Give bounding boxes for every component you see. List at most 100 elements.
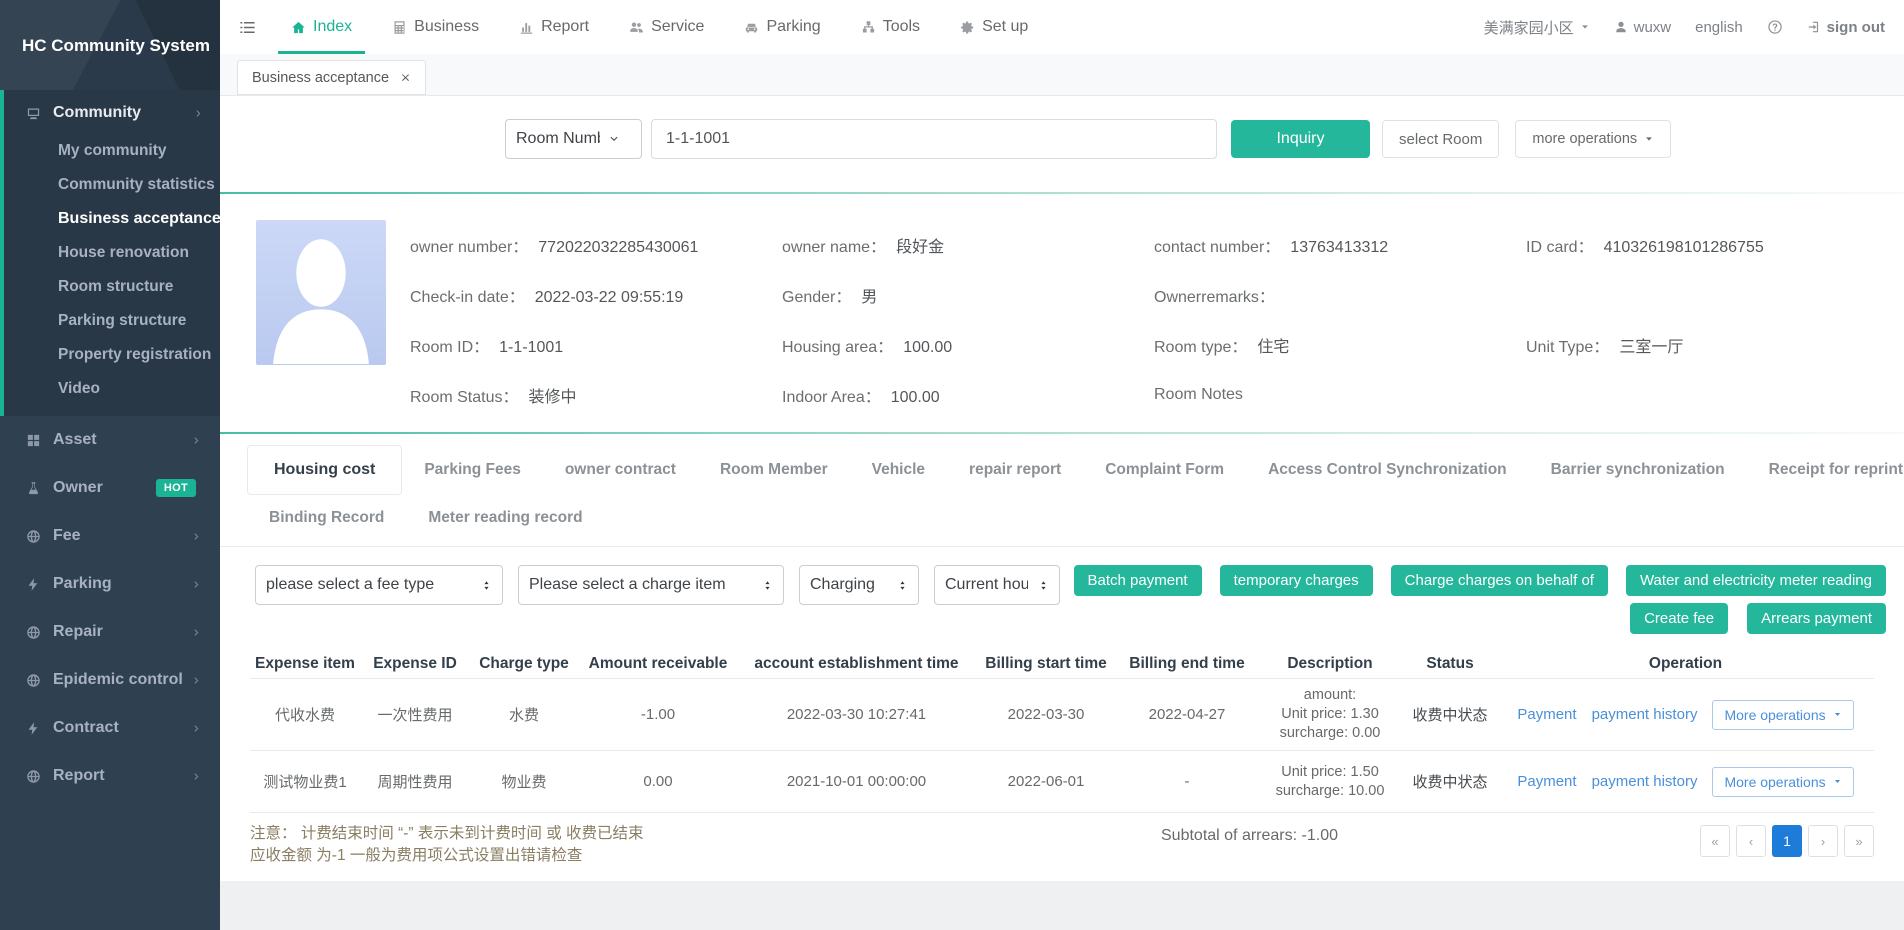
sidebar-item-owner[interactable]: Owner HOT bbox=[0, 464, 220, 512]
select-room-button[interactable]: select Room bbox=[1382, 120, 1499, 158]
payment-link[interactable]: Payment bbox=[1517, 706, 1576, 723]
nav-tools[interactable]: Tools bbox=[841, 0, 940, 54]
row-more-operations-button[interactable]: More operations bbox=[1712, 700, 1853, 730]
pagination-next-button[interactable]: › bbox=[1808, 825, 1838, 857]
updown-arrows-icon bbox=[897, 579, 908, 592]
nav-report[interactable]: Report bbox=[499, 0, 609, 54]
room-number-input[interactable] bbox=[651, 119, 1217, 159]
chevron-right-icon bbox=[191, 531, 202, 542]
tab-label: Business acceptance bbox=[252, 70, 389, 86]
tab-business-acceptance[interactable]: Business acceptance bbox=[237, 60, 426, 95]
sidebar-subitem-community-statistics[interactable]: Community statistics bbox=[4, 168, 220, 202]
nav-set-up[interactable]: Set up bbox=[940, 0, 1048, 54]
tab-vehicle[interactable]: Vehicle bbox=[850, 461, 947, 479]
tab-parking-fees[interactable]: Parking Fees bbox=[402, 461, 543, 479]
pagination-prev-button[interactable]: ‹ bbox=[1736, 825, 1766, 857]
payment-history-link[interactable]: payment history bbox=[1592, 706, 1698, 723]
sidebar-item-fee[interactable]: Fee bbox=[0, 512, 220, 560]
tab-barrier-sync[interactable]: Barrier synchronization bbox=[1529, 461, 1747, 479]
arrears-payment-button[interactable]: Arrears payment bbox=[1747, 603, 1886, 634]
charging-status-select[interactable]: Charging bbox=[799, 565, 919, 605]
sidebar-item-contract[interactable]: Contract bbox=[0, 704, 220, 752]
tab-receipt-reprinting[interactable]: Receipt for reprinting bbox=[1747, 461, 1904, 479]
col-status: Status bbox=[1403, 655, 1497, 673]
batch-payment-button[interactable]: Batch payment bbox=[1074, 565, 1202, 596]
cell-expense-id: 周期性费用 bbox=[360, 771, 470, 792]
sidebar-subitem-my-community[interactable]: My community bbox=[4, 134, 220, 168]
inquiry-button[interactable]: Inquiry bbox=[1231, 120, 1370, 158]
fee-type-select[interactable]: please select a fee type bbox=[255, 565, 503, 605]
signout-button[interactable]: sign out bbox=[1807, 19, 1885, 36]
tab-repair-report[interactable]: repair report bbox=[947, 461, 1083, 479]
sidebar-subitem-house-renovation[interactable]: House renovation bbox=[4, 236, 220, 270]
col-billing-end-time: Billing end time bbox=[1117, 655, 1257, 673]
language-switch[interactable]: english bbox=[1695, 19, 1743, 36]
charge-item-select[interactable]: Please select a charge item bbox=[518, 565, 784, 605]
nav-parking[interactable]: Parking bbox=[724, 0, 840, 54]
search-type-select[interactable]: Room Number bbox=[505, 119, 642, 159]
tab-binding-record[interactable]: Binding Record bbox=[247, 509, 406, 527]
sidebar-subitem-parking-structure[interactable]: Parking structure bbox=[4, 304, 220, 338]
user-icon bbox=[1614, 20, 1628, 34]
fee-filter-bar: please select a fee type Please select a… bbox=[220, 547, 1904, 634]
cell-description: amount: Unit price: 1.30 surcharge: 0.00 bbox=[1257, 686, 1403, 743]
field-contact-number: contact number：13763413312 bbox=[1154, 233, 1526, 257]
charge-on-behalf-button[interactable]: Charge charges on behalf of bbox=[1391, 565, 1608, 596]
tab-housing-cost[interactable]: Housing cost bbox=[247, 445, 402, 495]
pagination-first-button[interactable]: « bbox=[1700, 825, 1730, 857]
search-type-value: Room Number bbox=[516, 130, 600, 148]
create-fee-button[interactable]: Create fee bbox=[1630, 603, 1728, 634]
cell-charge-type: 水费 bbox=[470, 704, 578, 725]
sidebar-toggle-button[interactable] bbox=[220, 0, 271, 54]
water-electricity-meter-button[interactable]: Water and electricity meter reading bbox=[1626, 565, 1886, 596]
pagination-page-1[interactable]: 1 bbox=[1772, 825, 1802, 857]
help-button[interactable] bbox=[1767, 19, 1783, 35]
house-scope-select[interactable]: Current house bbox=[934, 565, 1060, 605]
nav-business[interactable]: Business bbox=[372, 0, 499, 54]
status-badge: 收费中状态 bbox=[1403, 771, 1497, 792]
row-more-operations-button[interactable]: More operations bbox=[1712, 767, 1853, 797]
user-menu[interactable]: wuxw bbox=[1614, 19, 1672, 36]
row-more-operations-label: More operations bbox=[1724, 707, 1825, 723]
nav-service[interactable]: Service bbox=[609, 0, 724, 54]
sidebar-item-community[interactable]: Community bbox=[4, 92, 220, 134]
nav-label: Report bbox=[541, 18, 589, 36]
community-selector[interactable]: 美满家园小区 bbox=[1484, 17, 1590, 38]
tab-complaint-form[interactable]: Complaint Form bbox=[1083, 461, 1246, 479]
fee-action-row-2: Create fee Arrears payment bbox=[1630, 603, 1886, 634]
pagination-last-button[interactable]: » bbox=[1844, 825, 1874, 857]
sidebar-subitem-room-structure[interactable]: Room structure bbox=[4, 270, 220, 304]
temporary-charges-button[interactable]: temporary charges bbox=[1220, 565, 1373, 596]
sidebar-item-repair[interactable]: Repair bbox=[0, 608, 220, 656]
sidebar-subitem-video[interactable]: Video bbox=[4, 372, 220, 406]
updown-arrows-icon bbox=[1038, 579, 1049, 592]
payment-link[interactable]: Payment bbox=[1517, 773, 1576, 790]
top-navbar: Index Business Report Service Parking bbox=[220, 0, 1904, 54]
sidebar-item-epidemic-control[interactable]: Epidemic control bbox=[0, 656, 220, 704]
tab-meter-reading-record[interactable]: Meter reading record bbox=[406, 509, 604, 527]
owner-avatar bbox=[256, 220, 386, 365]
tab-room-member[interactable]: Room Member bbox=[698, 461, 850, 479]
sidebar-item-report[interactable]: Report bbox=[0, 752, 220, 800]
sidebar-subitem-property-registration[interactable]: Property registration bbox=[4, 338, 220, 372]
col-amount-receivable: Amount receivable bbox=[578, 655, 738, 673]
nav-index[interactable]: Index bbox=[271, 0, 372, 54]
fee-type-select-value: please select a fee type bbox=[266, 576, 471, 594]
sidebar-item-label: Parking bbox=[53, 575, 112, 593]
bolt-icon bbox=[26, 577, 41, 592]
close-icon[interactable] bbox=[400, 72, 411, 83]
nav-label: Service bbox=[651, 18, 704, 36]
app-logo: HC Community System bbox=[0, 0, 220, 90]
list-icon bbox=[238, 18, 257, 37]
sidebar-item-asset[interactable]: Asset bbox=[0, 416, 220, 464]
payment-history-link[interactable]: payment history bbox=[1592, 773, 1698, 790]
sidebar-subitem-business-acceptance[interactable]: Business acceptance bbox=[4, 202, 220, 236]
cell-operation: Payment payment history More operations bbox=[1497, 700, 1874, 730]
row-more-operations-label: More operations bbox=[1724, 774, 1825, 790]
tab-owner-contract[interactable]: owner contract bbox=[543, 461, 698, 479]
page-content: Room Number Inquiry select Room more ope… bbox=[220, 96, 1904, 881]
more-operations-button[interactable]: more operations bbox=[1515, 120, 1671, 158]
cell-billing-start-time: 2022-03-30 bbox=[975, 706, 1117, 723]
tab-access-control-sync[interactable]: Access Control Synchronization bbox=[1246, 461, 1529, 479]
sidebar-item-parking[interactable]: Parking bbox=[0, 560, 220, 608]
